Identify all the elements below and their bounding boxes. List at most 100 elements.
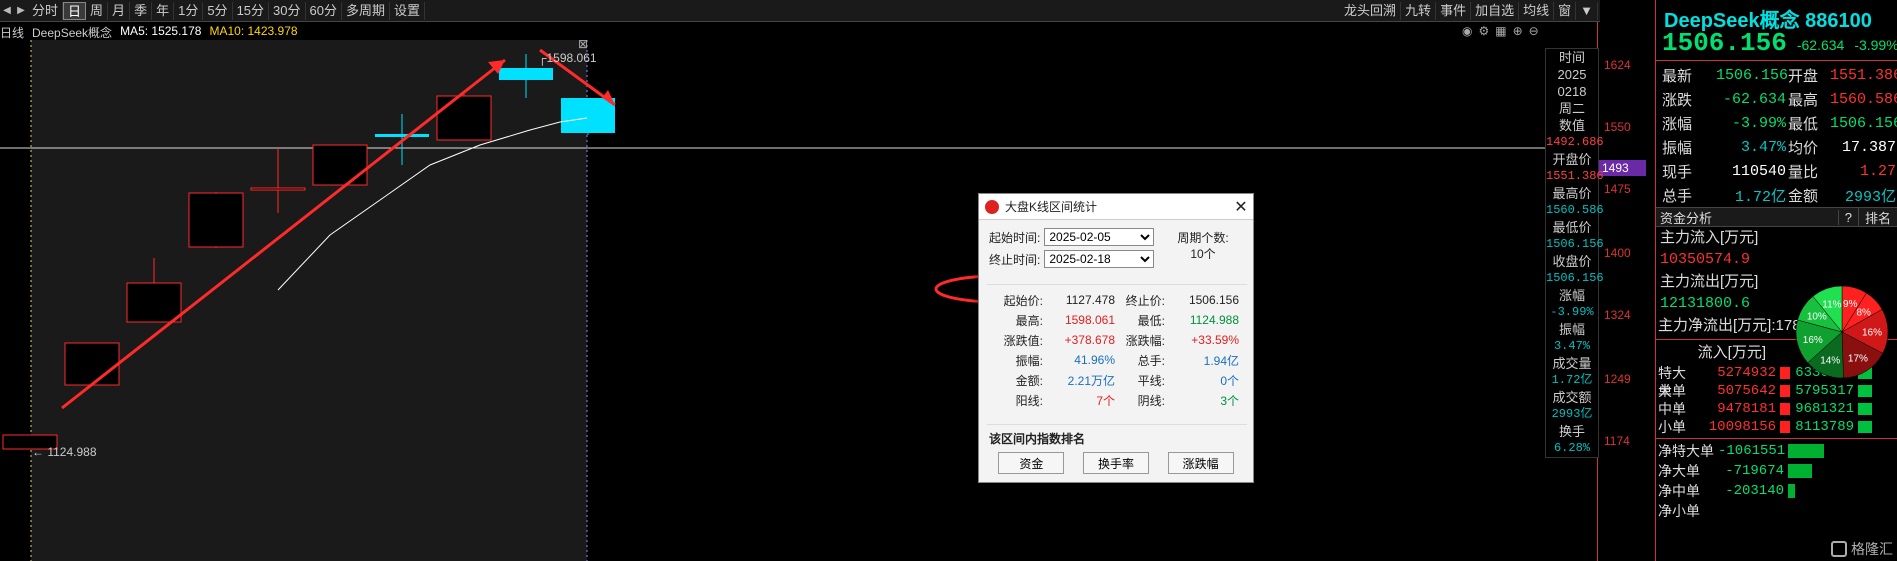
ma10-label: MA10: 1423.978: [209, 24, 298, 38]
divider: [987, 284, 1247, 285]
end-date-select[interactable]: 2025-02-18: [1044, 250, 1155, 268]
stat-label: 终止价:: [1125, 293, 1165, 308]
flow-table-row: 中单 9478181 9681321: [1656, 400, 1897, 418]
stat-value: 1506.156: [1188, 293, 1239, 307]
data-window-value: 2993亿: [1551, 407, 1593, 421]
period-label: 日线: [0, 26, 25, 40]
toolbar-button-0[interactable]: 龙头回溯: [1340, 2, 1402, 20]
kline-chart[interactable]: ┌1598.061 ← 1124.988 ⊠: [0, 40, 1597, 561]
quote-label: 开盘: [1788, 67, 1819, 85]
period-tab-3[interactable]: 月: [108, 1, 131, 20]
quote-value: 1506.156: [1716, 66, 1789, 84]
date-range-form: 起始时间: 2025-02-05 终止时间: 2025-02-18 周期个数: …: [979, 220, 1253, 276]
chart-info-line: 日线 DeepSeek概念 MA5: 1525.178 MA10: 1423.9…: [0, 24, 298, 40]
net-flow-value: -719674: [1725, 463, 1784, 479]
price-tick: 1400: [1604, 246, 1631, 260]
inflow-bar: [1780, 385, 1790, 397]
stat-value: 7个: [1096, 393, 1115, 408]
scroll-left-icon[interactable]: ◀: [0, 5, 14, 16]
data-window-value: 3.47%: [1553, 339, 1590, 353]
toolbar-button-2[interactable]: 事件: [1436, 2, 1472, 20]
grid-icon[interactable]: ▦: [1495, 24, 1506, 38]
minus-icon[interactable]: ⊖: [1529, 24, 1539, 38]
help-icon[interactable]: ?: [1837, 209, 1858, 225]
toolbar-button-3[interactable]: 加自选: [1471, 2, 1520, 20]
stat-value: 0个: [1220, 373, 1239, 388]
stat-label: 总手:: [1137, 353, 1165, 368]
pie-label: 10%: [1807, 312, 1827, 323]
stat-label: 涨跌幅:: [1125, 333, 1165, 348]
fund-pie-chart: 9%8%16%17%14%16%10%11%: [1795, 285, 1889, 379]
stat-value: 1598.061: [1064, 313, 1115, 327]
toolbar-button-5[interactable]: 窗: [1554, 2, 1577, 20]
period-tab-6[interactable]: 1分: [174, 1, 204, 20]
stat-value: 3个: [1220, 393, 1239, 408]
period-count: 周期个数: 10个: [1163, 230, 1243, 262]
net-flow-row: 净小单: [1656, 501, 1897, 521]
chevron-down-icon[interactable]: ▼: [1576, 2, 1598, 20]
eye-icon[interactable]: ◉: [1462, 24, 1472, 38]
quote-value: 3.47%: [1740, 138, 1786, 156]
quote-label: 涨幅: [1662, 115, 1693, 133]
period-tab-11[interactable]: 多周期: [342, 1, 390, 20]
index-name: DeepSeek概念: [32, 26, 113, 40]
quote-label: 现手: [1662, 163, 1693, 181]
close-icon[interactable]: ✕: [1229, 197, 1253, 217]
toolbar-button-4[interactable]: 均线: [1519, 2, 1555, 20]
rank-label: 该区间内指数排名: [989, 432, 1086, 446]
flow-table-row: 小单 10098156 8113789: [1656, 418, 1897, 436]
stat-label: 最低:: [1137, 313, 1165, 328]
rank-button-1[interactable]: 换手率: [1082, 452, 1149, 474]
quote-value: 1.72亿: [1734, 188, 1786, 206]
stat-label: 阳线:: [1015, 393, 1043, 408]
quote-value: 1560.586: [1830, 90, 1897, 108]
period-tab-9[interactable]: 30分: [269, 1, 306, 20]
period-tab-12[interactable]: 设置: [390, 1, 425, 20]
end-time-label: 终止时间:: [989, 252, 1041, 267]
close-icon[interactable]: ⊠: [578, 40, 588, 51]
data-window-label: 2025: [1557, 67, 1587, 82]
plus-icon[interactable]: ⊕: [1513, 24, 1523, 38]
outflow-bar: [1858, 421, 1872, 433]
period-count-label: 周期个数:: [1177, 231, 1229, 245]
rank-button[interactable]: 排名: [1857, 207, 1897, 227]
rank-button-2[interactable]: 涨跌幅: [1167, 452, 1234, 474]
stat-value: 41.96%: [1074, 353, 1115, 367]
quote-title: DeepSeek概念 886100: [1664, 10, 1872, 32]
quote-label: 振幅: [1662, 139, 1693, 157]
pie-label: 9%: [1843, 299, 1858, 310]
net-flow-value: -203140: [1725, 483, 1784, 499]
quote-label: 涨跌: [1662, 91, 1693, 109]
scroll-right-icon[interactable]: ▶: [14, 5, 28, 16]
stat-label: 起始价:: [1003, 293, 1043, 308]
settings-icon[interactable]: ⚙: [1478, 24, 1489, 38]
gelonghui-logo-icon: [1831, 541, 1847, 557]
period-tab-2[interactable]: 周: [86, 1, 109, 20]
start-date-select[interactable]: 2025-02-05: [1044, 228, 1155, 246]
pie-label: 11%: [1822, 300, 1841, 311]
period-tab-7[interactable]: 5分: [203, 1, 233, 20]
price-tick: 1550: [1604, 120, 1631, 134]
toolbar-button-1[interactable]: 九转: [1401, 2, 1437, 20]
period-tab-8[interactable]: 15分: [233, 1, 270, 20]
divider: [1656, 438, 1897, 439]
stat-value: 1124.988: [1189, 313, 1239, 327]
main-inflow-label: 主力流入[万元]: [1660, 229, 1759, 246]
data-window-label: 收盘价: [1552, 254, 1592, 269]
period-tab-10[interactable]: 60分: [306, 1, 342, 20]
data-window-label: 换手: [1558, 424, 1585, 439]
data-window-value: 1560.586: [1546, 203, 1604, 217]
candle-body-down: [499, 68, 553, 80]
quote-value: -3.99%: [1731, 114, 1786, 132]
quote-value: -62.634: [1722, 90, 1786, 108]
rank-button-0[interactable]: 资金: [998, 452, 1065, 474]
period-tab-1[interactable]: 日: [63, 1, 87, 20]
fund-analysis-tab[interactable]: 资金分析: [1660, 208, 1712, 227]
period-tab-5[interactable]: 年: [152, 1, 175, 20]
period-tab-4[interactable]: 季: [130, 1, 153, 20]
period-tab-0[interactable]: 分时: [28, 1, 64, 20]
price-tick: 1324: [1604, 308, 1631, 322]
stats-row: 起始价: 1127.478 终止价: 1506.156: [979, 290, 1253, 310]
quote-row: 现手 110540 量比 1.27: [1656, 159, 1897, 183]
data-window-label: 周二: [1558, 101, 1585, 116]
